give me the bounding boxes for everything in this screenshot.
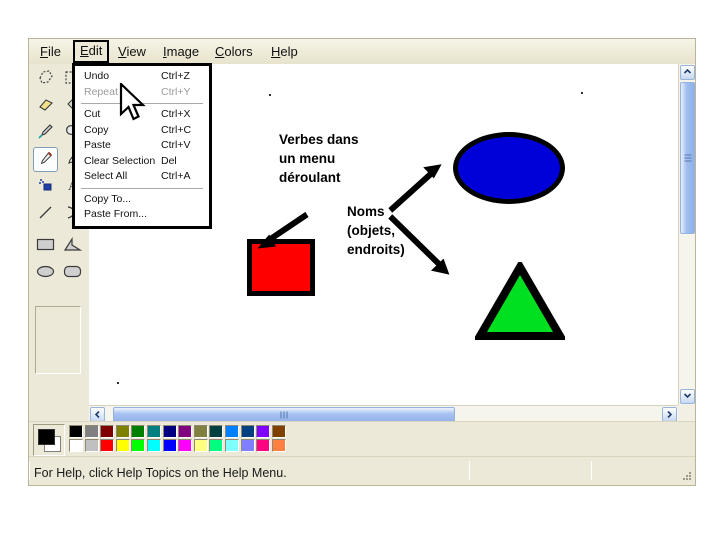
menu-item-clear-selection-label: Clear Selection [84, 154, 156, 167]
menu-item-undo-shortcut: Ctrl+Z [161, 70, 190, 82]
rectangle-tool[interactable] [33, 234, 58, 259]
status-hint-text: For Help, click Help Topics on the Help … [34, 466, 287, 480]
menu-separator-1 [81, 103, 203, 104]
menu-item-repeat-shortcut: Ctrl+Y [161, 85, 191, 98]
menu-item-paste-from-label: Paste From... [84, 208, 148, 220]
palette-swatch-top-2[interactable] [100, 425, 115, 438]
pencil-tool[interactable] [33, 147, 58, 172]
menu-item-paste[interactable]: Paste Ctrl+V [75, 138, 209, 154]
arrow-to-red-square [257, 211, 309, 249]
menu-help[interactable]: Help [266, 42, 303, 61]
menu-item-copy-label: Copy [84, 123, 109, 136]
menu-item-cut-shortcut: Ctrl+X [161, 108, 191, 120]
menu-item-cut-label: Cut [84, 108, 101, 120]
palette-swatch-bottom-2[interactable] [100, 439, 115, 452]
palette-swatch-top-7[interactable] [178, 425, 193, 438]
menu-item-copy-to-label: Copy To... [84, 192, 132, 205]
eraser-tool[interactable] [33, 93, 58, 118]
menu-item-clear-selection[interactable]: Clear Selection Del [75, 154, 209, 170]
palette-swatch-top-11[interactable] [240, 425, 255, 438]
palette-swatch-top-0[interactable] [69, 425, 83, 438]
menu-separator-2 [81, 187, 203, 189]
palette-swatch-bottom-12[interactable] [256, 439, 271, 452]
paint-window: File Edit View Image Colors Help Undo Ct… [28, 38, 696, 486]
menu-bar: File Edit View Image Colors Help [29, 39, 695, 65]
status-bar: For Help, click Help Topics on the Help … [29, 456, 695, 485]
palette-swatch-top-5[interactable] [147, 425, 161, 438]
menu-item-select-all[interactable]: Select All Ctrl+A [75, 169, 209, 185]
palette-swatch-bottom-4[interactable] [131, 439, 146, 452]
palette-swatch-top-8[interactable] [193, 425, 208, 438]
palette-swatch-bottom-7[interactable] [178, 439, 193, 452]
menu-edit[interactable]: Edit [73, 40, 110, 63]
palette-swatch-bottom-9[interactable] [209, 439, 224, 452]
tool-options-panel [29, 298, 89, 424]
status-panel-cursor-pos [469, 461, 591, 480]
status-panel-main: For Help, click Help Topics on the Help … [29, 461, 469, 480]
menu-item-repeat-label: Repeat [84, 85, 118, 98]
palette-swatch-bottom-1[interactable] [84, 439, 99, 452]
free-form-select-tool[interactable] [33, 66, 58, 91]
menu-colors[interactable]: Colors [210, 42, 258, 61]
palette-swatch-bottom-11[interactable] [240, 439, 255, 452]
palette-swatch-top-9[interactable] [209, 425, 224, 438]
color-palette [29, 421, 695, 456]
menu-item-copy-to[interactable]: Copy To... [75, 192, 209, 208]
palette-swatch-top-12[interactable] [256, 425, 271, 438]
vertical-scrollbar[interactable] [678, 64, 695, 405]
horizontal-scrollbar[interactable] [89, 405, 678, 422]
polygon-tool[interactable] [60, 234, 85, 259]
palette-swatch-top-4[interactable] [131, 425, 146, 438]
scroll-down-button[interactable] [680, 389, 695, 404]
palette-swatch-top-6[interactable] [162, 425, 177, 438]
menu-item-copy[interactable]: Copy Ctrl+C [75, 123, 209, 139]
scroll-left-button[interactable] [90, 407, 105, 422]
noms-label: Noms (objets, endroits) [347, 204, 405, 258]
palette-swatch-bottom-8[interactable] [193, 439, 208, 452]
palette-swatch-top-13[interactable] [271, 425, 286, 438]
palette-swatch-bottom-3[interactable] [115, 439, 130, 452]
menu-item-paste-label: Paste [84, 139, 111, 151]
horizontal-scroll-thumb[interactable] [113, 407, 455, 422]
palette-swatch-bottom-6[interactable] [162, 439, 177, 452]
menu-item-undo[interactable]: Undo Ctrl+Z [75, 69, 209, 85]
edit-dropdown-menu[interactable]: Undo Ctrl+Z Repeat Ctrl+Y Cut Ctrl+X Cop… [72, 63, 212, 229]
scroll-up-button[interactable] [680, 65, 695, 80]
palette-swatch-bottom-5[interactable] [147, 439, 161, 452]
palette-swatch-bottom-10[interactable] [225, 439, 239, 452]
palette-swatch-bottom-0[interactable] [69, 439, 83, 452]
scroll-right-button[interactable] [662, 407, 677, 422]
menu-view[interactable]: View [113, 42, 151, 61]
menu-item-clear-selection-shortcut: Del [161, 154, 177, 167]
current-colors-indicator[interactable] [33, 424, 65, 456]
vertical-scroll-thumb[interactable] [680, 82, 695, 234]
foreground-color-swatch[interactable] [38, 429, 55, 445]
rounded-rectangle-tool[interactable] [60, 261, 85, 286]
menu-item-select-all-label: Select All [84, 170, 128, 182]
verbes-label: Verbes dans un menu déroulant [279, 132, 359, 186]
palette-swatch-bottom-13[interactable] [271, 439, 286, 452]
menu-image[interactable]: Image [158, 42, 204, 61]
menu-item-select-all-shortcut: Ctrl+A [161, 170, 191, 182]
menu-file[interactable]: File [35, 42, 66, 61]
scrollbar-corner [678, 405, 695, 422]
resize-grip-icon[interactable] [680, 470, 692, 482]
color-picker-tool[interactable] [33, 120, 58, 145]
palette-swatch-top-1[interactable] [84, 425, 99, 438]
menu-item-paste-shortcut: Ctrl+V [161, 139, 191, 151]
palette-swatch-top-10[interactable] [225, 425, 239, 438]
menu-item-paste-from[interactable]: Paste From... [75, 207, 209, 223]
menu-item-undo-label: Undo [84, 70, 110, 82]
tool-options-box [35, 306, 81, 374]
menu-item-copy-shortcut: Ctrl+C [161, 123, 192, 136]
ellipse-tool[interactable] [33, 261, 58, 286]
menu-item-repeat[interactable]: Repeat Ctrl+Y [75, 85, 209, 101]
palette-swatch-top-3[interactable] [115, 425, 130, 438]
line-tool[interactable] [33, 201, 58, 226]
menu-item-cut[interactable]: Cut Ctrl+X [75, 107, 209, 123]
airbrush-tool[interactable] [33, 174, 58, 199]
